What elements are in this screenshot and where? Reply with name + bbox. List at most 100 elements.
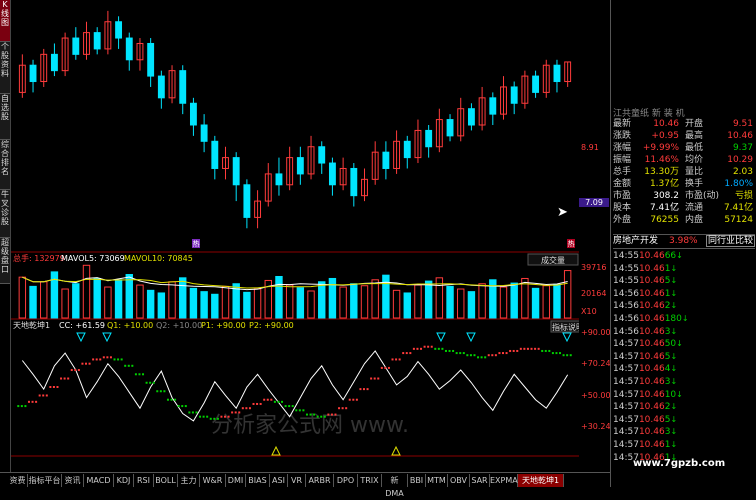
indicator-dot: [523, 347, 526, 350]
tick-time: 14:56: [613, 301, 639, 312]
indicator-dot: [537, 347, 540, 350]
industry-compare-button[interactable]: 同行业比较: [705, 235, 755, 247]
indicator-q2: Q2: +10.00: [156, 321, 202, 330]
indicator-dot: [469, 354, 472, 357]
indicator-dot: [281, 400, 284, 403]
left-tab-5[interactable]: 超级盘口: [0, 238, 10, 284]
indicator-dot: [491, 354, 494, 357]
indicator-tab-0[interactable]: 资费: [8, 474, 28, 487]
indicator-tab-21[interactable]: EXPMA: [490, 474, 518, 487]
indicator-tab-7[interactable]: 主力: [178, 474, 200, 487]
tick-time: 14:57: [613, 402, 639, 413]
indicator-dot: [177, 405, 180, 408]
indicator-dot: [305, 413, 308, 416]
indicator-dot: [459, 352, 462, 355]
indicator-tab-8[interactable]: W&R: [200, 474, 226, 487]
indicator-dot: [263, 398, 266, 401]
quote-row: 市盈 308.2 市盈(动) 亏损: [613, 190, 755, 202]
indicator-tab-15[interactable]: TRIX: [358, 474, 382, 487]
tick-direction-icon: ↓: [670, 402, 678, 412]
indicator-dot: [391, 358, 394, 361]
indicator-tab-14[interactable]: DPO: [334, 474, 358, 487]
indicator-dot: [420, 347, 423, 350]
quote-label: 量比: [685, 167, 704, 177]
quote-value: 76255: [650, 215, 679, 225]
indicator-dot: [170, 398, 173, 401]
indicator-tab-13[interactable]: ARBR: [306, 474, 334, 487]
indicator-dot: [248, 407, 251, 410]
indicator-dot: [31, 400, 34, 403]
indicator-dot: [188, 411, 191, 414]
event-marker-label: 热: [568, 239, 575, 248]
candle-body: [467, 108, 475, 126]
candle-body: [403, 140, 411, 159]
indicator-tab-20[interactable]: SAR: [470, 474, 490, 487]
indicator-dot: [444, 349, 447, 352]
price-axis-strip: 8.91 7.09 39716 20164 X10 +90.00 +70.24 +50.00 +…: [557, 0, 611, 472]
indicator-cc: CC: +61.59: [59, 321, 105, 330]
indicator-tab-10[interactable]: BIAS: [246, 474, 270, 487]
indicator-tab-17[interactable]: BBI: [408, 474, 426, 487]
tick-direction-icon: ↓: [670, 364, 678, 374]
indicator-dot: [569, 354, 572, 357]
indicator-dot: [313, 413, 316, 416]
kline-chart-area[interactable]: 热 热总手: 132979MAVOL5: 73069 MAVOL10: 70845 成…: [11, 0, 579, 458]
indicator-dot: [509, 349, 512, 352]
indicator-tab-18[interactable]: MTM: [426, 474, 448, 487]
volume-bar: [40, 281, 48, 319]
volume-bar: [392, 289, 401, 319]
candle-body: [147, 42, 155, 77]
quote-label: 流通: [685, 203, 704, 213]
tick-direction-icon: ↓: [670, 288, 678, 298]
tick-direction-icon: ↓: [670, 263, 678, 273]
indicator-tab-12[interactable]: VR: [288, 474, 306, 487]
volume-bar: [157, 292, 166, 319]
indicator-dot: [544, 349, 547, 352]
quote-value: +9.99%: [642, 143, 679, 153]
quote-row: 股本 7.41亿 流通 7.41亿: [613, 202, 755, 214]
indicator-dot: [320, 415, 323, 418]
volume-ma10-label: MAVOL10: 70845: [124, 254, 193, 263]
indicator-tab-19[interactable]: OBV: [448, 474, 470, 487]
volume-ma5-label: MAVOL5: 73069: [61, 254, 125, 263]
sector-row[interactable]: 房地产开发 3.98% 同行业比较: [613, 234, 755, 249]
tick-time: 14:57: [613, 339, 639, 350]
quote-row: 涨幅 +9.99% 最低 9.37: [613, 142, 755, 154]
candle-body: [232, 157, 240, 186]
indicator-tab-3[interactable]: MACD: [84, 474, 114, 487]
indicator-dot: [288, 405, 291, 408]
indicator-tab-16[interactable]: 新DMA: [382, 474, 408, 498]
indicator-tab-5[interactable]: RSI: [134, 474, 154, 487]
indicator-tab-11[interactable]: ASI: [270, 474, 288, 487]
left-tab-2[interactable]: 自选股: [0, 94, 10, 140]
left-tab-1[interactable]: 个股资料: [0, 42, 10, 94]
indicator-tab-22[interactable]: 天地乾坤1: [518, 474, 564, 487]
left-tab-4[interactable]: 牛叉诊股: [0, 190, 10, 238]
indicator-tab-4[interactable]: KDJ: [114, 474, 134, 487]
indicator-tab-2[interactable]: 资讯: [62, 474, 84, 487]
sector-name[interactable]: 房地产开发: [613, 235, 658, 247]
indicator-dot: [234, 411, 237, 414]
indicator-p1: P1: +90.00: [201, 321, 246, 330]
tick-row: 14:5610.461↓: [613, 288, 755, 300]
tick-time: 14:57: [613, 414, 639, 425]
quote-label: 内盘: [685, 215, 704, 225]
quote-label: 涨幅: [613, 143, 632, 153]
left-tab-3[interactable]: 综合排名: [0, 140, 10, 190]
quote-value: 10.46: [727, 131, 753, 141]
left-tab-0[interactable]: K线图: [0, 0, 10, 42]
signal-triangle: [76, 332, 86, 343]
indicator-dot: [484, 356, 487, 359]
candle-body: [510, 86, 518, 104]
indicator-tab-9[interactable]: DMI: [226, 474, 246, 487]
indicator-tab-1[interactable]: 指标平台: [28, 474, 62, 487]
indicator-tab-6[interactable]: BOLL: [154, 474, 178, 487]
indicator-dot: [302, 409, 305, 412]
quote-label: 振幅: [613, 155, 632, 165]
candle-body: [157, 75, 165, 99]
indicator-dot: [395, 358, 398, 361]
volume-bar: [275, 275, 283, 319]
quote-label: 均价: [685, 155, 704, 165]
indicator-dot: [81, 362, 84, 365]
volume-bar: [424, 280, 433, 319]
